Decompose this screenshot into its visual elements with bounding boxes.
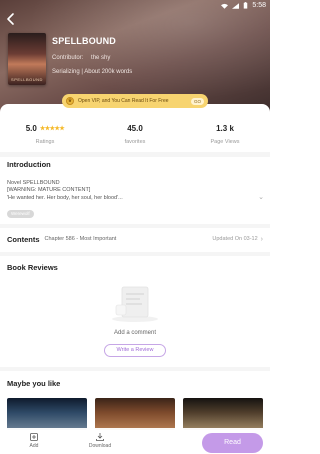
introduction-title: Introduction: [7, 160, 51, 169]
add-label: Add: [29, 443, 39, 449]
intro-line: Novel SPELLBOUND: [7, 180, 60, 186]
chevron-right-icon: ›: [260, 235, 263, 243]
vip-banner-text: Open VIP, and You Can Read It For Free: [78, 98, 169, 104]
back-arrow-icon[interactable]: [4, 12, 18, 26]
section-divider: [0, 152, 270, 157]
page-views-value: 1.3 k: [216, 124, 234, 133]
contents-title: Contents: [7, 234, 40, 244]
contributor-label: Contributor:: [52, 55, 84, 61]
signal-icon: [232, 2, 240, 9]
status-time: 5:58: [252, 2, 266, 9]
stat-favorites: 45.0 favorites: [90, 124, 180, 150]
book-reviews-title: Book Reviews: [7, 263, 58, 272]
book-cover: SPELLBOUND: [8, 33, 46, 85]
download-icon: [96, 433, 104, 441]
book-title: SPELLBOUND: [52, 36, 117, 46]
maybe-you-like-title: Maybe you like: [7, 379, 61, 388]
contents-row[interactable]: Contents Chapter 586 - Most Important Up…: [7, 233, 263, 245]
stat-ratings: 5.0 ★★★★★ Ratings: [0, 124, 90, 150]
section-divider: [0, 367, 270, 371]
battery-icon: [244, 2, 248, 9]
contributor-name[interactable]: the shy: [91, 55, 110, 61]
ratings-value: 5.0: [25, 124, 37, 133]
ratings-label: Ratings: [35, 139, 55, 145]
cover-title: SPELLBOUND: [11, 77, 43, 82]
library-add-icon: [30, 433, 38, 441]
contributor-line: Contributor: the shy: [52, 55, 110, 61]
write-review-button[interactable]: Write a Review: [104, 344, 166, 357]
introduction-text[interactable]: Novel SPELLBOUND [WARNING: MATURE CONTEN…: [7, 180, 247, 202]
stats-row: 5.0 ★★★★★ Ratings 45.0 favorites 1.3 k P…: [0, 124, 270, 150]
recommended-book[interactable]: [7, 398, 87, 430]
genre-tag[interactable]: Werewolf: [7, 210, 34, 218]
page-views-label: Page Views: [210, 139, 240, 145]
expand-chevron-icon[interactable]: ⌄: [258, 193, 264, 201]
updated-date: Updated On 03-12: [212, 236, 258, 242]
section-divider: [0, 252, 270, 256]
download-button[interactable]: Download: [80, 432, 120, 449]
favorites-value: 45.0: [127, 124, 143, 133]
favorites-label: favorites: [124, 139, 146, 145]
vip-banner[interactable]: ♛ Open VIP, and You Can Read It For Free…: [62, 94, 208, 108]
recommended-book[interactable]: [183, 398, 263, 430]
add-to-library-button[interactable]: Add: [14, 432, 54, 449]
serial-info: Serializing | About 200k words: [52, 69, 133, 75]
empty-reviews-icon: [112, 286, 158, 322]
recommended-book[interactable]: [95, 398, 175, 430]
wifi-icon: [221, 3, 229, 9]
intro-line: 'He wanted her. Her body, her soul, her …: [7, 194, 123, 201]
section-divider: [0, 224, 270, 228]
read-button[interactable]: Read: [202, 433, 263, 453]
stat-page-views: 1.3 k Page Views: [180, 124, 270, 150]
vip-crown-icon: ♛: [66, 97, 74, 105]
intro-line: [WARNING: MATURE CONTENT]: [7, 187, 91, 194]
add-comment-text: Add a comment: [113, 330, 157, 336]
vip-go-button[interactable]: GO: [190, 97, 204, 105]
latest-chapter: Chapter 586 - Most Important: [44, 236, 117, 242]
download-label: Download: [88, 443, 112, 449]
status-bar: 5:58: [0, 2, 270, 12]
rating-stars-icon: ★★★★★: [39, 126, 65, 132]
